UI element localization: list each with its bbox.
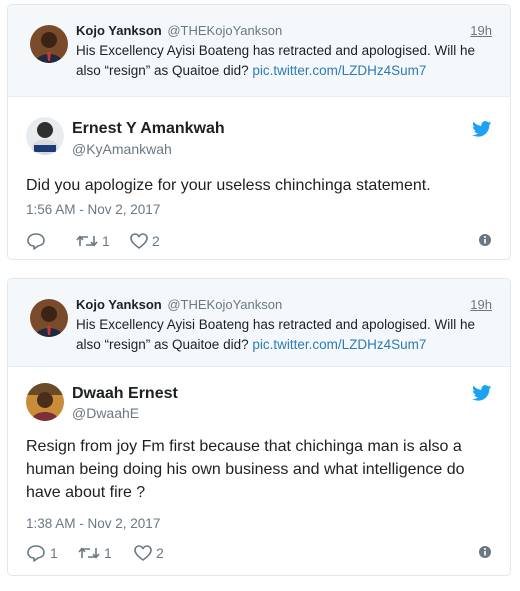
tweet-text: Did you apologize for your useless chinc… bbox=[26, 177, 431, 194]
tweet-timestamp[interactable]: 1:56 AM - Nov 2, 2017 bbox=[26, 201, 160, 219]
reply-icon bbox=[26, 232, 46, 250]
reply-count: 1 bbox=[50, 545, 58, 561]
quoted-text: His Excellency Ayisi Boateng has retract… bbox=[76, 41, 490, 81]
info-icon[interactable] bbox=[478, 233, 492, 250]
retweet-count: 1 bbox=[102, 233, 110, 249]
retweet-icon bbox=[78, 545, 100, 561]
retweet-button[interactable]: 1 bbox=[76, 231, 110, 251]
quoted-header: Kojo Yankson @THEKojoYankson 19h bbox=[76, 23, 492, 39]
avatar[interactable] bbox=[30, 299, 68, 337]
heart-icon bbox=[134, 545, 152, 561]
tweet-text: Resign from joy Fm first because that ch… bbox=[26, 438, 465, 501]
reply-button[interactable]: 1 bbox=[26, 543, 58, 563]
heart-icon bbox=[130, 233, 148, 249]
tweet-timestamp[interactable]: 1:38 AM - Nov 2, 2017 bbox=[26, 515, 160, 533]
retweet-button[interactable]: 1 bbox=[78, 543, 112, 563]
author-handle[interactable]: @THEKojoYankson bbox=[167, 23, 282, 38]
twitter-bird-icon[interactable] bbox=[472, 121, 492, 137]
twitter-bird-icon[interactable] bbox=[472, 385, 492, 401]
avatar[interactable] bbox=[26, 117, 64, 155]
retweet-count: 1 bbox=[104, 545, 112, 561]
info-icon[interactable] bbox=[478, 545, 492, 562]
author-name[interactable]: Dwaah Ernest bbox=[72, 384, 178, 404]
tweet-card: Kojo Yankson @THEKojoYankson 19h His Exc… bbox=[7, 278, 511, 576]
action-bar: 1 2 bbox=[26, 231, 492, 251]
author-name[interactable]: Kojo Yankson bbox=[76, 297, 162, 312]
like-button[interactable]: 2 bbox=[130, 231, 160, 251]
author-name[interactable]: Ernest Y Amankwah bbox=[72, 119, 225, 139]
quoted-text: His Excellency Ayisi Boateng has retract… bbox=[76, 315, 490, 355]
tweet-time-link[interactable]: 19h bbox=[470, 23, 492, 39]
author-handle[interactable]: @KyAmankwah bbox=[72, 140, 172, 158]
reply-button[interactable] bbox=[26, 231, 50, 251]
like-count: 2 bbox=[152, 233, 160, 249]
tweet-card: Kojo Yankson @THEKojoYankson 19h His Exc… bbox=[7, 4, 511, 260]
reply-icon bbox=[26, 544, 46, 562]
author-handle[interactable]: @DwaahE bbox=[72, 404, 139, 422]
author-handle[interactable]: @THEKojoYankson bbox=[167, 297, 282, 312]
quoted-tweet[interactable]: Kojo Yankson @THEKojoYankson 19h His Exc… bbox=[8, 5, 510, 97]
author-name[interactable]: Kojo Yankson bbox=[76, 23, 162, 38]
like-button[interactable]: 2 bbox=[134, 543, 164, 563]
media-link[interactable]: pic.twitter.com/LZDHz4Sum7 bbox=[252, 63, 426, 78]
quoted-tweet[interactable]: Kojo Yankson @THEKojoYankson 19h His Exc… bbox=[8, 279, 510, 367]
retweet-icon bbox=[76, 233, 98, 249]
quoted-header: Kojo Yankson @THEKojoYankson 19h bbox=[76, 297, 492, 313]
avatar[interactable] bbox=[30, 25, 68, 63]
tweet-time-link[interactable]: 19h bbox=[470, 297, 492, 313]
like-count: 2 bbox=[156, 545, 164, 561]
action-bar: 1 1 2 bbox=[26, 543, 492, 563]
media-link[interactable]: pic.twitter.com/LZDHz4Sum7 bbox=[252, 337, 426, 352]
avatar[interactable] bbox=[26, 383, 64, 421]
